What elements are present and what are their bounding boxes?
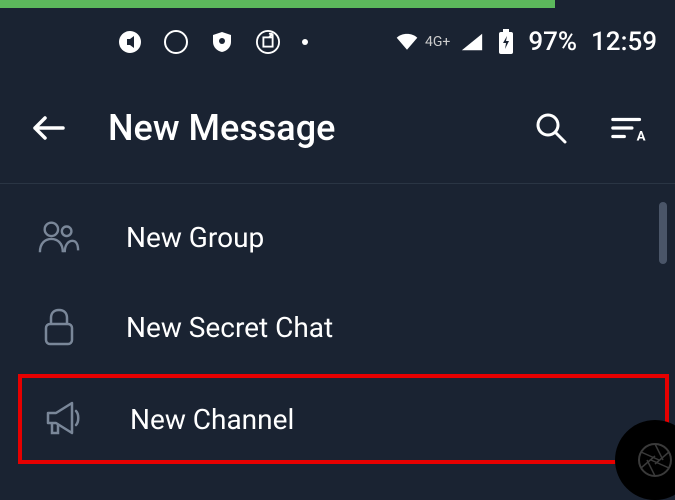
back-arrow-icon — [31, 114, 65, 142]
battery-icon — [494, 30, 518, 54]
battery-percentage: 97% — [528, 27, 577, 57]
sort-button[interactable]: A — [611, 110, 647, 146]
scroll-indicator[interactable] — [659, 202, 667, 264]
camera-aperture-icon — [635, 440, 675, 480]
status-right: 4G+ 97% 12:59 — [395, 27, 657, 57]
header-actions: A — [533, 110, 647, 146]
search-icon — [534, 111, 568, 145]
lock-icon — [38, 306, 80, 348]
svg-text:A: A — [637, 129, 646, 143]
back-button[interactable] — [28, 108, 68, 148]
notification-dot-icon — [302, 39, 308, 45]
status-left-icons — [118, 30, 308, 54]
top-green-bar — [0, 0, 555, 8]
status-bar: 4G+ 97% 12:59 — [0, 0, 675, 76]
header-bar: New Message A — [0, 76, 675, 184]
new-group-label: New Group — [126, 221, 264, 254]
megaphone-icon — [42, 398, 84, 440]
clock-time: 12:59 — [591, 27, 657, 57]
signal-icon — [460, 30, 484, 54]
group-icon — [38, 216, 80, 258]
wifi-icon — [395, 30, 419, 54]
new-group-item[interactable]: New Group — [0, 192, 675, 282]
new-secret-chat-label: New Secret Chat — [126, 311, 333, 344]
new-channel-item[interactable]: New Channel — [22, 378, 665, 460]
search-button[interactable] — [533, 110, 569, 146]
new-secret-chat-item[interactable]: New Secret Chat — [0, 282, 675, 372]
network-type-label: 4G+ — [425, 34, 450, 50]
shield-icon — [210, 30, 234, 54]
highlight-new-channel: New Channel — [18, 374, 669, 464]
page-title: New Message — [108, 107, 493, 149]
new-channel-label: New Channel — [130, 403, 294, 436]
options-list: New Group New Secret Chat New Channel — [0, 184, 675, 464]
sound-icon — [118, 30, 142, 54]
square-arrow-icon — [256, 30, 280, 54]
moon-icon — [164, 30, 188, 54]
sort-icon: A — [611, 113, 647, 143]
